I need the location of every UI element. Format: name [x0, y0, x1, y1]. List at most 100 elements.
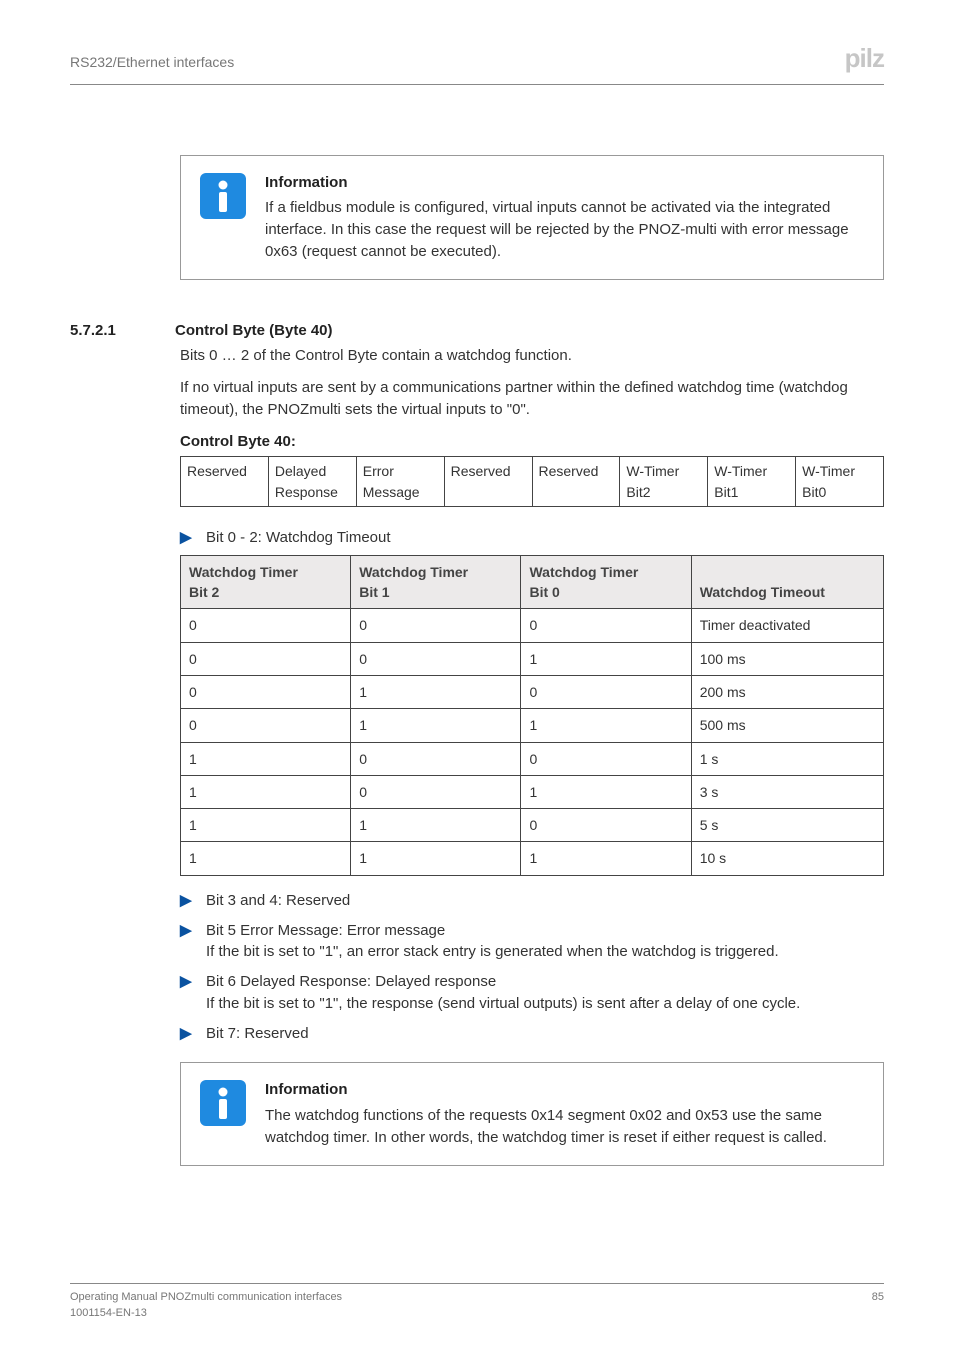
th-line: Bit 2 — [189, 584, 219, 600]
cb-line: Response — [275, 484, 338, 500]
bullet-line: Bit 5 Error Message: Error message — [206, 922, 445, 939]
td: 100 ms — [691, 642, 883, 675]
cb-line: Bit2 — [626, 484, 650, 500]
table-row: 010200 ms — [181, 675, 884, 708]
td: 0 — [181, 675, 351, 708]
cb-line: Bit0 — [802, 484, 826, 500]
info-box-watchdog: Information The watchdog functions of th… — [180, 1062, 884, 1165]
td: 1 s — [691, 742, 883, 775]
td: 0 — [351, 609, 521, 642]
cb-cell: Delayed Response — [268, 457, 356, 507]
info-text: Information If a fieldbus module is conf… — [265, 172, 865, 263]
page-header: RS232/Ethernet interfaces pilz — [70, 40, 884, 85]
col-header: Watchdog Timer Bit 0 — [521, 555, 691, 609]
table-row: 011500 ms — [181, 709, 884, 742]
footer-line: Operating Manual PNOZmulti communication… — [70, 1291, 342, 1303]
paragraph-2: If no virtual inputs are sent by a commu… — [180, 377, 884, 421]
page-number: 85 — [872, 1290, 884, 1322]
header-title: RS232/Ethernet interfaces — [70, 52, 234, 72]
bullet-line: Bit 6 Delayed Response: Delayed response — [206, 973, 496, 990]
bullet-text: Bit 5 Error Message: Error message If th… — [206, 920, 884, 964]
bullet-wdt-intro: ▶ Bit 0 - 2: Watchdog Timeout — [180, 527, 884, 549]
cb-line: Message — [363, 484, 420, 500]
cb-line: Error — [363, 463, 394, 479]
col-header: Watchdog Timer Bit 1 — [351, 555, 521, 609]
table-row: 1105 s — [181, 809, 884, 842]
cb-cell: W-Timer Bit0 — [796, 457, 884, 507]
section-title: Control Byte (Byte 40) — [175, 320, 333, 342]
info-heading: Information — [265, 172, 865, 194]
bullet-arrow-icon: ▶ — [180, 920, 192, 941]
footer-left: Operating Manual PNOZmulti communication… — [70, 1290, 342, 1322]
td: 0 — [181, 642, 351, 675]
table-row: Reserved Delayed Response Error Message … — [181, 457, 884, 507]
cb-cell: W-Timer Bit1 — [708, 457, 796, 507]
page-footer: Operating Manual PNOZmulti communication… — [70, 1283, 884, 1322]
info-body: The watchdog functions of the requests 0… — [265, 1107, 827, 1146]
cb-line: W-Timer — [714, 463, 767, 479]
bullet-text: Bit 3 and 4: Reserved — [206, 890, 884, 912]
td: 1 — [181, 775, 351, 808]
table-row: 001100 ms — [181, 642, 884, 675]
paragraph-1: Bits 0 … 2 of the Control Byte contain a… — [180, 345, 884, 367]
col-header: Watchdog Timeout — [691, 555, 883, 609]
bullet-bit-7: ▶ Bit 7: Reserved — [180, 1023, 884, 1045]
watchdog-timeout-table: Watchdog Timer Bit 2 Watchdog Timer Bit … — [180, 555, 884, 876]
section-number: 5.7.2.1 — [70, 320, 145, 342]
bullet-arrow-icon: ▶ — [180, 1023, 192, 1044]
td: 3 s — [691, 775, 883, 808]
control-byte-label: Control Byte 40: — [180, 431, 884, 453]
cb-cell: Reserved — [444, 457, 532, 507]
bullet-text: Bit 0 - 2: Watchdog Timeout — [206, 527, 884, 549]
td: 10 s — [691, 842, 883, 875]
td: 1 — [351, 809, 521, 842]
table-row: 11110 s — [181, 842, 884, 875]
td: 1 — [521, 842, 691, 875]
bullet-line: If the bit is set to "1", an error stack… — [206, 943, 779, 960]
td: 1 — [351, 709, 521, 742]
td: 1 — [181, 842, 351, 875]
cb-line: Delayed — [275, 463, 326, 479]
info-box-fieldbus: Information If a fieldbus module is conf… — [180, 155, 884, 280]
table-row: 1013 s — [181, 775, 884, 808]
td: 0 — [181, 709, 351, 742]
bullet-arrow-icon: ▶ — [180, 971, 192, 992]
td: 0 — [351, 742, 521, 775]
info-body: If a fieldbus module is configured, virt… — [265, 199, 849, 260]
cb-line: Bit1 — [714, 484, 738, 500]
cb-cell: Reserved — [532, 457, 620, 507]
th-line: Watchdog Timer — [359, 564, 468, 580]
cb-line: W-Timer — [626, 463, 679, 479]
th-line: Watchdog Timer — [529, 564, 638, 580]
td: 1 — [521, 642, 691, 675]
td: 0 — [181, 609, 351, 642]
th-line: Watchdog Timeout — [700, 584, 825, 600]
td: 0 — [521, 675, 691, 708]
col-header: Watchdog Timer Bit 2 — [181, 555, 351, 609]
td: 0 — [521, 742, 691, 775]
bullet-text: Bit 6 Delayed Response: Delayed response… — [206, 971, 884, 1015]
bullet-bit-5: ▶ Bit 5 Error Message: Error message If … — [180, 920, 884, 964]
info-icon — [199, 1079, 247, 1134]
bullet-line: If the bit is set to "1", the response (… — [206, 995, 800, 1012]
td: 1 — [351, 842, 521, 875]
bullet-text: Bit 7: Reserved — [206, 1023, 884, 1045]
section-heading: 5.7.2.1 Control Byte (Byte 40) — [70, 320, 884, 342]
td: 0 — [521, 609, 691, 642]
cb-cell: W-Timer Bit2 — [620, 457, 708, 507]
td: 1 — [521, 709, 691, 742]
cb-cell: Error Message — [356, 457, 444, 507]
cb-cell: Reserved — [181, 457, 269, 507]
brand-logo: pilz — [845, 40, 884, 78]
table-header-row: Watchdog Timer Bit 2 Watchdog Timer Bit … — [181, 555, 884, 609]
td: 200 ms — [691, 675, 883, 708]
bullet-arrow-icon: ▶ — [180, 527, 192, 548]
td: 0 — [351, 775, 521, 808]
td: 5 s — [691, 809, 883, 842]
control-byte-table: Reserved Delayed Response Error Message … — [180, 456, 884, 507]
th-line: Watchdog Timer — [189, 564, 298, 580]
td: Timer deactivated — [691, 609, 883, 642]
info-icon — [199, 172, 247, 227]
td: 1 — [521, 775, 691, 808]
td: 0 — [351, 642, 521, 675]
